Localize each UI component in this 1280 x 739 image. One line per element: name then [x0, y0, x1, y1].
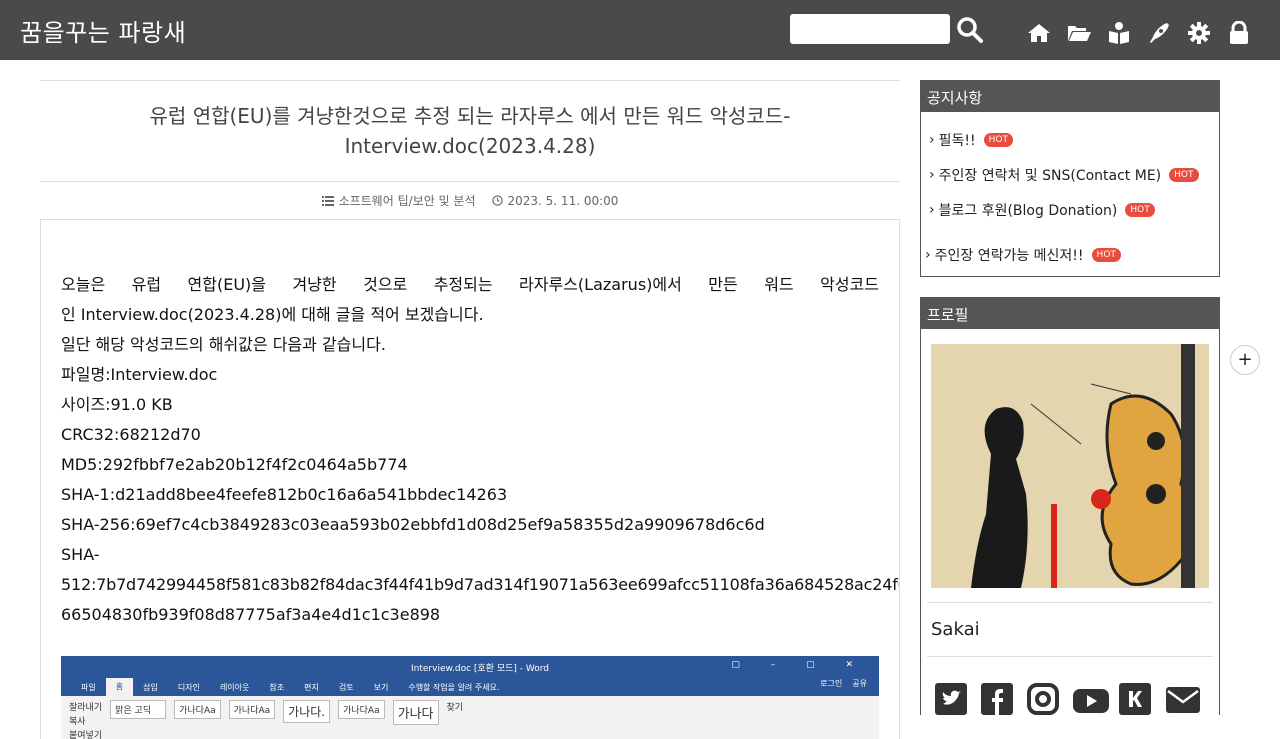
- word-tab: 참조: [269, 682, 285, 692]
- sidebar: 공지사항 › 필독!! HOT › 주인장 연락처 및 SNS(Contact …: [920, 80, 1220, 735]
- word-tab: 보기: [373, 682, 389, 692]
- hash-filename: 파일명:Interview.doc: [61, 365, 218, 384]
- list-icon: [321, 195, 334, 206]
- word-titlebar: Interview.doc [호환 모드] - Word ▢ – ▢ ✕ 로그인…: [61, 656, 879, 688]
- guestbook-icon[interactable]: [1106, 20, 1132, 46]
- word-share: 공유: [852, 679, 867, 688]
- hot-badge: HOT: [1091, 247, 1121, 262]
- word-tab: 레이아웃: [219, 682, 250, 692]
- facebook-icon[interactable]: [981, 683, 1013, 715]
- word-tab: 디자인: [177, 682, 200, 692]
- word-ribbon: 잘라내기 복사 붙여넣기 맑은 고딕 가나다Aa 가나다Aa 가나다. 가나다A…: [61, 696, 879, 739]
- hash-sha512-c: 66504830fb939f08d87775af3a4e4d1c1c3e898: [61, 605, 441, 624]
- notice-item[interactable]: › 주인장 연락처 및 SNS(Contact ME) HOT: [929, 157, 1211, 192]
- write-icon[interactable]: [1146, 20, 1172, 46]
- top-navbar: 꿈을꾸는 파랑새: [0, 0, 1280, 60]
- word-font-box: 맑은 고딕: [110, 700, 167, 719]
- post-category[interactable]: 소프트웨어 팁/보안 및 분석: [321, 192, 476, 209]
- post-category-label[interactable]: 소프트웨어 팁/보안 및 분석: [339, 192, 476, 209]
- notice-item[interactable]: › 필독!! HOT: [929, 122, 1211, 157]
- mail-icon[interactable]: [1165, 683, 1200, 715]
- word-tab: 검토: [338, 682, 354, 692]
- word-style: 가나다Aa: [338, 700, 385, 719]
- word-ribbon-tabs: 파일 홈 삽입 디자인 레이아웃 참조 편지 검토 보기 수행할 작업을 알려 …: [61, 678, 879, 696]
- home-icon[interactable]: [1026, 20, 1052, 46]
- word-screenshot[interactable]: Interview.doc [호환 모드] - Word ▢ – ▢ ✕ 로그인…: [61, 656, 879, 739]
- post-date: 2023. 5. 11. 00:00: [491, 193, 619, 208]
- word-tab: 편지: [304, 682, 319, 692]
- search-icon[interactable]: [956, 16, 984, 44]
- profile-name: Sakai: [927, 602, 1213, 657]
- hash-size: 사이즈:91.0 KB: [61, 395, 173, 414]
- hash-intro: 일단 해당 악성코드의 해쉬값은 다음과 같습니다.: [61, 335, 386, 354]
- youtube-icon[interactable]: [1073, 683, 1109, 715]
- post-title-box: 유럽 연합(EU)를 겨냥한것으로 추정 되는 라자루스 에서 만든 워드 악성…: [40, 80, 900, 182]
- word-tab-active: 홈: [105, 678, 134, 696]
- word-find: 찾기: [446, 703, 464, 713]
- word-style: 가나다Aa: [174, 700, 221, 719]
- profile-image: [931, 344, 1209, 588]
- word-window-title: Interview.doc [호환 모드] - Word: [411, 664, 550, 674]
- search-input[interactable]: [790, 14, 950, 44]
- post-meta: 소프트웨어 팁/보안 및 분석 2023. 5. 11. 00:00: [40, 182, 900, 219]
- profile-title: 프로필: [921, 298, 1219, 329]
- hash-sha256: SHA-256:69ef7c4cb3849283c03eaa593b02ebbf…: [61, 515, 765, 534]
- post-title-line2: Interview.doc(2023.4.28): [344, 134, 596, 158]
- folder-icon[interactable]: [1066, 20, 1092, 46]
- hot-badge: HOT: [1125, 202, 1155, 217]
- word-tab: 파일: [81, 682, 96, 692]
- site-logo[interactable]: 꿈을꾸는 파랑새: [20, 13, 186, 48]
- notice-panel: 공지사항 › 필독!! HOT › 주인장 연락처 및 SNS(Contact …: [920, 80, 1220, 277]
- post-content: 오늘은 유럽 연합(EU)을 겨냥한 것으로 추정되는 라자루스(Lazarus…: [40, 219, 900, 739]
- lock-icon[interactable]: [1226, 20, 1252, 46]
- post-title-line1: 유럽 연합(EU)를 겨냥한것으로 추정 되는 라자루스 에서 만든 워드 악성…: [149, 104, 791, 128]
- hash-sha1: SHA-1:d21add8bee4feefe812b0c16a6a541bbde…: [61, 485, 508, 504]
- twitter-icon[interactable]: [935, 683, 967, 715]
- social-links: [921, 657, 1219, 715]
- hash-sha512-a: SHA-: [61, 545, 100, 564]
- notice-title: 공지사항: [921, 81, 1219, 112]
- word-tab: 삽입: [143, 682, 158, 692]
- intro-line1: 오늘은 유럽 연합(EU)을 겨냥한 것으로 추정되는 라자루스(Lazarus…: [61, 275, 879, 294]
- hash-crc32: CRC32:68212d70: [61, 425, 201, 444]
- intro-line2: 인 Interview.doc(2023.4.28)에 대해 글을 적어 보겠습…: [61, 305, 484, 324]
- hot-badge: HOT: [983, 132, 1013, 147]
- word-login: 로그인: [820, 679, 843, 688]
- instagram-icon[interactable]: [1027, 683, 1059, 715]
- post-area: 유럽 연합(EU)를 겨냥한것으로 추정 되는 라자루스 에서 만든 워드 악성…: [40, 80, 900, 739]
- word-style: 가나다: [392, 700, 439, 725]
- hot-badge: HOT: [1169, 167, 1199, 182]
- word-tell-me: 수행할 작업을 알려 주세요.: [408, 682, 500, 692]
- hash-sha512-b: 512:7b7d742994458f581c83b82f84dac3f44f41…: [61, 575, 900, 594]
- notice-item[interactable]: › 블로그 후원(Blog Donation) HOT: [929, 192, 1211, 227]
- clock-icon: [491, 195, 503, 206]
- profile-panel: 프로필 Sakai: [920, 297, 1220, 715]
- notice-item[interactable]: › 주인장 연락가능 메신저!! HOT: [925, 237, 1211, 272]
- word-style: 가나다Aa: [228, 700, 276, 719]
- post-date-label: 2023. 5. 11. 00:00: [507, 193, 619, 208]
- expand-button[interactable]: +: [1230, 345, 1260, 375]
- hash-md5: MD5:292fbbf7e2ab20b12f4f2c0464a5b774: [61, 455, 408, 474]
- kakao-icon[interactable]: [1119, 683, 1151, 715]
- window-controls-icon: ▢ – ▢ ✕: [731, 660, 867, 670]
- settings-icon[interactable]: [1186, 20, 1212, 46]
